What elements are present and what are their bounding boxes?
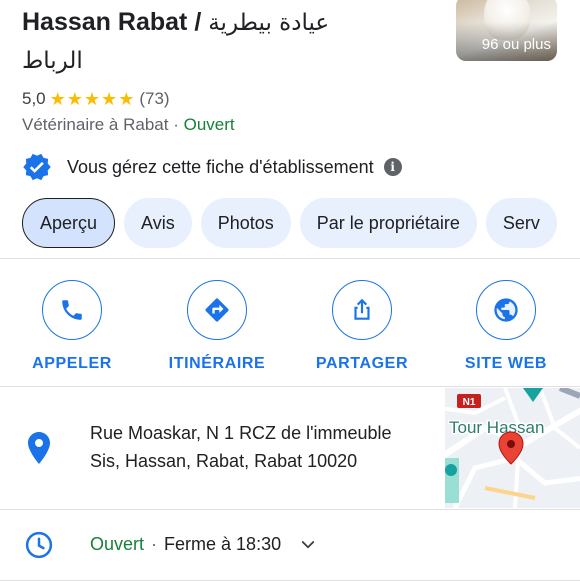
tab-services[interactable]: Serv xyxy=(485,198,557,248)
rating-value: 5,0 xyxy=(22,89,46,108)
divider xyxy=(0,258,580,259)
review-count: (73) xyxy=(139,89,170,108)
category-label: Vétérinaire à Rabat xyxy=(22,115,169,134)
divider xyxy=(0,580,580,581)
hours-row[interactable]: Ouvert · Ferme à 18:30 xyxy=(0,510,580,580)
chevron-down-icon[interactable] xyxy=(299,536,317,554)
place-title: Hassan Rabat / عيادة بيطرية الرباط xyxy=(22,4,442,79)
share-button[interactable]: PARTAGER xyxy=(292,280,432,373)
divider xyxy=(0,386,580,387)
place-name-arabic-city: الرباط xyxy=(22,48,83,74)
verified-badge-icon xyxy=(23,153,51,181)
website-button[interactable]: SITE WEB xyxy=(436,280,576,373)
address-row[interactable]: Rue Moaskar, N 1 RCZ de l'immeuble Sis, … xyxy=(0,388,580,508)
action-bar: APPELER ITINÉRAIRE PARTAGER SITE WEB xyxy=(0,280,580,372)
directions-icon xyxy=(205,298,229,322)
website-label: SITE WEB xyxy=(464,355,548,372)
address-text: Rue Moaskar, N 1 RCZ de l'immeuble Sis, … xyxy=(90,419,430,475)
tab-avis[interactable]: Avis xyxy=(124,198,192,248)
globe-icon xyxy=(494,298,518,322)
map-road-label: N1 xyxy=(463,397,476,408)
rating-row[interactable]: 5,0 ★★★★★ (73) xyxy=(22,88,170,110)
photo-count: 96 ou plus xyxy=(481,36,551,53)
map-place-label: Tour Hassan xyxy=(449,418,544,437)
tab-bar: Aperçu Avis Photos Par le propriétaire S… xyxy=(22,198,580,248)
call-button[interactable]: APPELER xyxy=(2,280,142,373)
phone-icon xyxy=(62,300,82,320)
call-label: APPELER xyxy=(32,355,112,372)
photo-thumbnail[interactable]: 96 ou plus xyxy=(456,0,557,61)
hours-text: Ouvert · Ferme à 18:30 xyxy=(90,534,317,555)
ownership-text: Vous gérez cette fiche d'établissement xyxy=(67,156,374,177)
place-name: Hassan Rabat xyxy=(22,8,188,36)
location-pin-icon xyxy=(28,432,50,464)
clock-icon xyxy=(25,531,53,559)
tab-photos[interactable]: Photos xyxy=(200,198,291,248)
category-row: Vétérinaire à Rabat · Ouvert xyxy=(22,115,235,137)
category-separator: · xyxy=(173,115,179,134)
closing-time: Ferme à 18:30 xyxy=(164,534,282,554)
directions-button[interactable]: ITINÉRAIRE xyxy=(147,280,287,373)
hours-status: Ouvert xyxy=(90,534,145,554)
star-icons: ★★★★★ xyxy=(49,88,136,109)
info-icon[interactable]: i xyxy=(383,158,402,176)
hours-separator: · xyxy=(151,534,158,554)
share-label: PARTAGER xyxy=(315,355,409,372)
ownership-row[interactable]: Vous gérez cette fiche d'établissement i xyxy=(22,152,402,182)
directions-label: ITINÉRAIRE xyxy=(168,355,266,372)
open-status: Ouvert xyxy=(183,115,235,134)
map-thumbnail[interactable]: N1 Tour Hassan xyxy=(445,388,580,508)
tab-apercu[interactable]: Aperçu xyxy=(22,198,116,248)
place-name-arabic: عيادة بيطرية xyxy=(208,10,330,36)
title-separator: / xyxy=(194,8,202,36)
share-icon xyxy=(354,298,370,320)
tab-proprietaire[interactable]: Par le propriétaire xyxy=(299,198,477,248)
address-line-2: Sis, Hassan, Rabat, Rabat 10020 xyxy=(90,451,358,471)
address-line-1: Rue Moaskar, N 1 RCZ de l'immeuble xyxy=(90,423,392,443)
map-image: N1 Tour Hassan xyxy=(445,388,580,508)
